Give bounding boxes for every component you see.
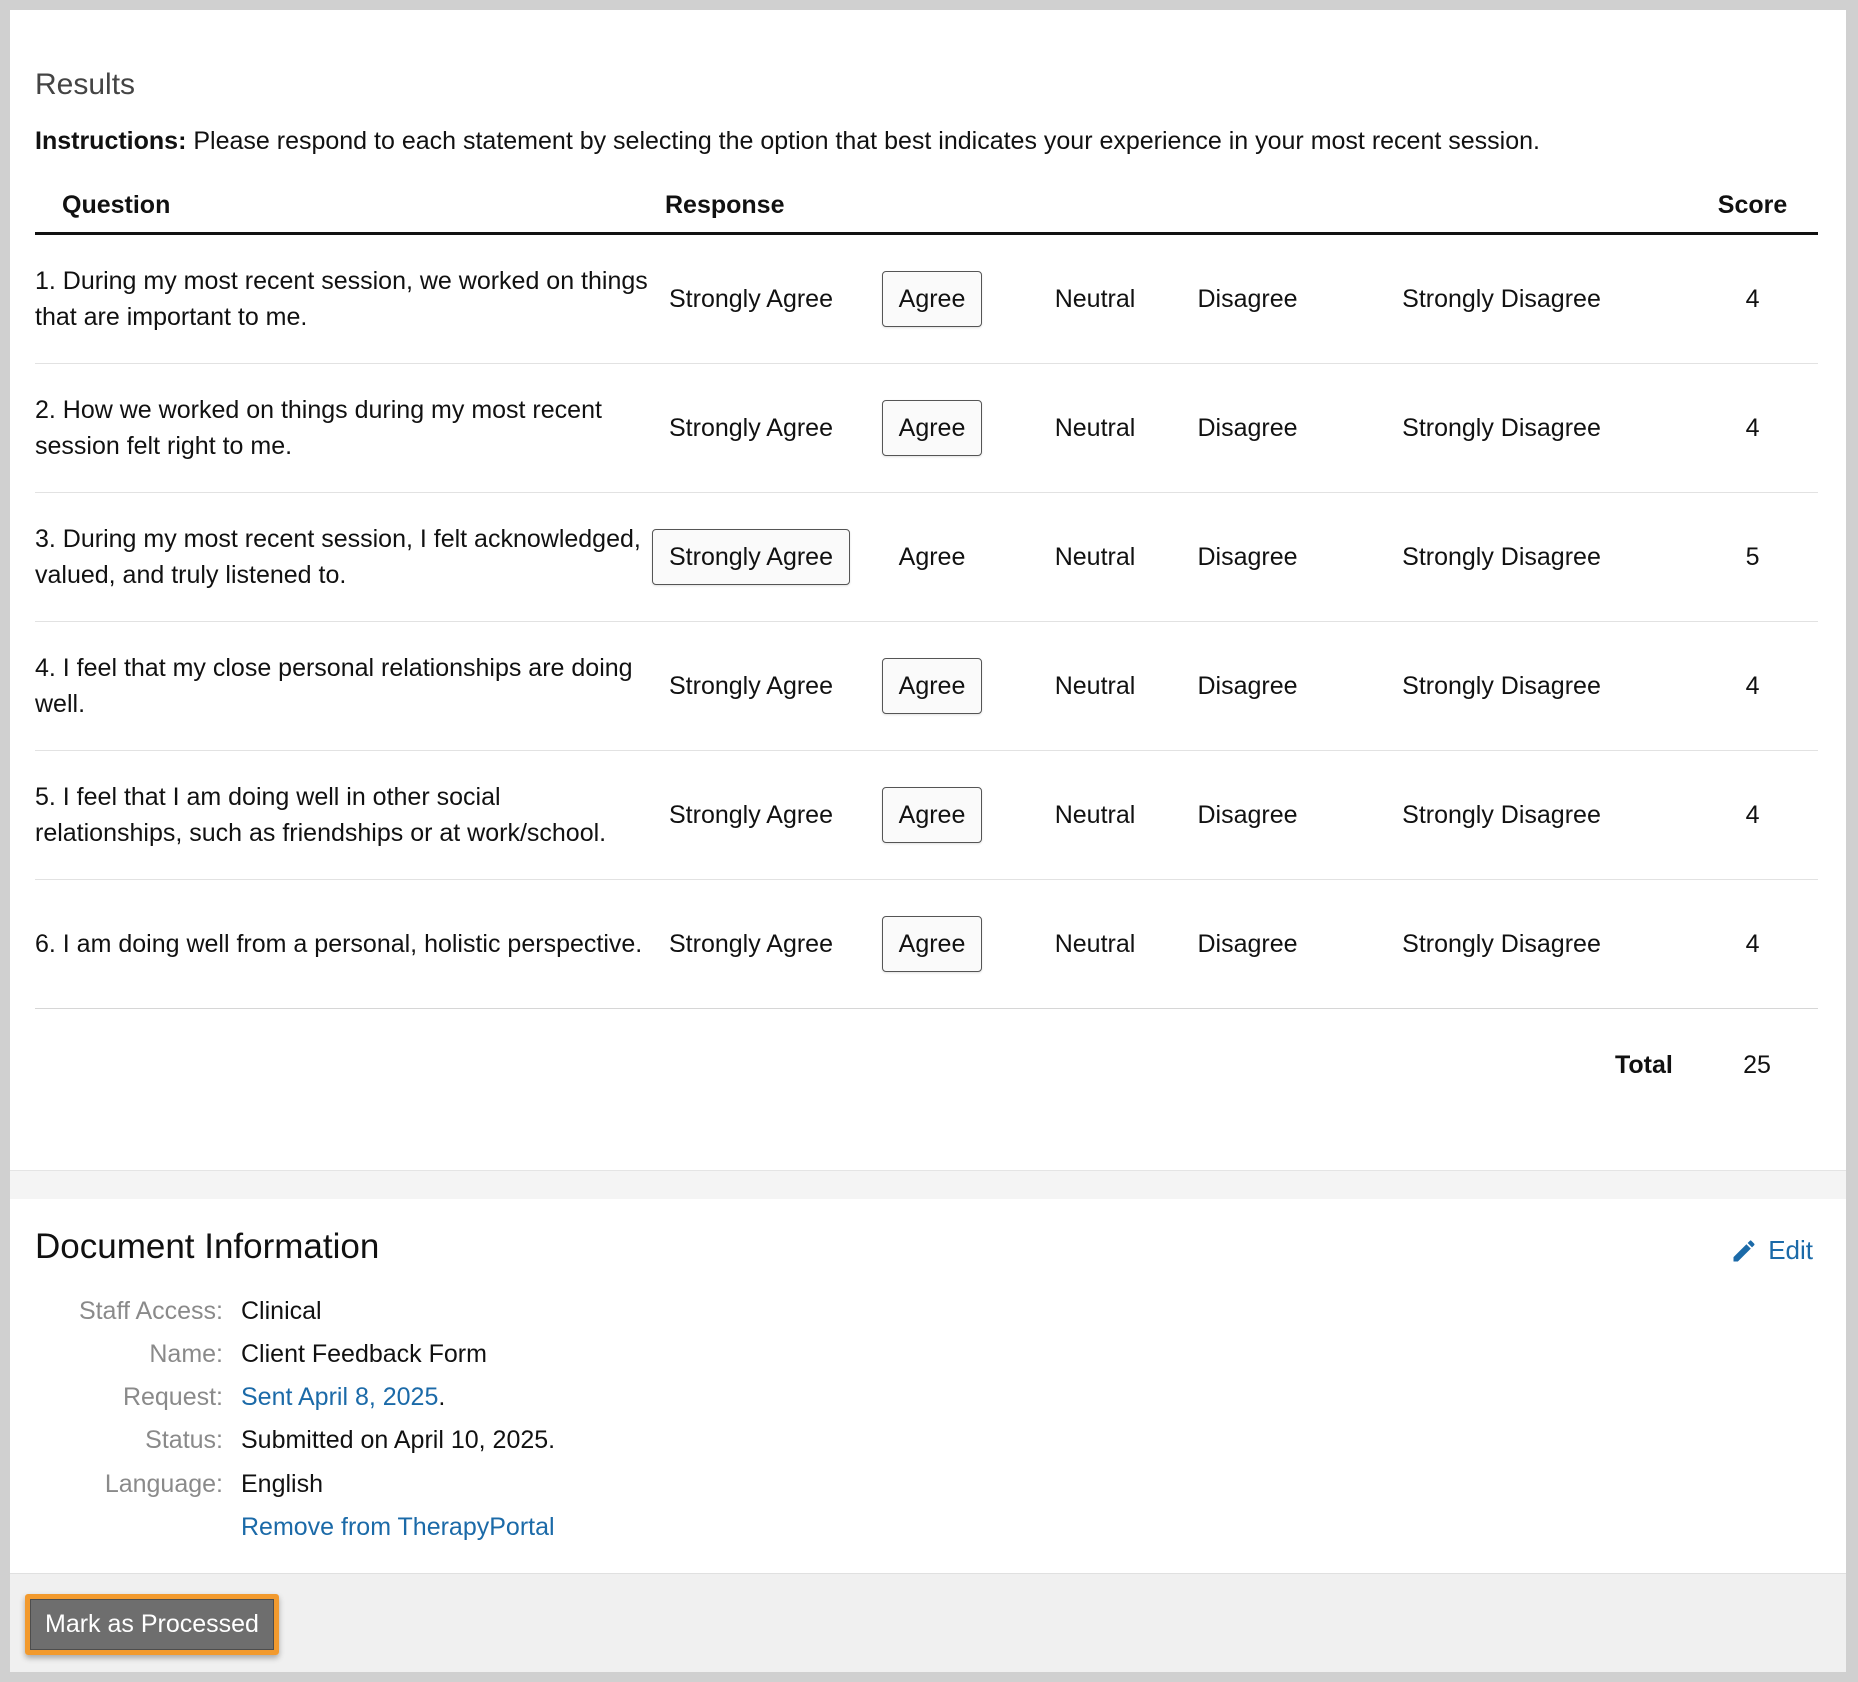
table-row: 5. I feel that I am doing well in other …	[35, 750, 1819, 880]
request-suffix: .	[438, 1383, 446, 1411]
section-divider	[10, 1170, 1846, 1200]
info-row-status: Status: Submitted on April 10, 2025.	[35, 1426, 555, 1462]
response-option-disagree: Disagree	[1197, 801, 1298, 829]
response-option-neutral: Neutral	[1054, 930, 1136, 958]
response-option-strongly-agree: Strongly Agree	[669, 930, 833, 958]
response-option-disagree: Disagree	[1197, 930, 1298, 958]
table-row: 1. During my most recent session, we wor…	[35, 233, 1819, 364]
remove-from-therapyportal-link[interactable]: Remove from TherapyPortal	[241, 1513, 555, 1549]
response-option-agree: Agree	[881, 271, 983, 327]
response-option-agree: Agree	[898, 543, 966, 571]
score-value: 4	[1687, 233, 1819, 364]
response-option-disagree: Disagree	[1197, 672, 1298, 700]
edit-label: Edit	[1768, 1235, 1813, 1265]
response-option-disagree: Disagree	[1197, 285, 1298, 313]
question-text: 5. I feel that I am doing well in other …	[35, 750, 649, 880]
header-question: Question	[35, 178, 649, 235]
request-value: Sent April 8, 2025.	[241, 1383, 445, 1419]
response-option-neutral: Neutral	[1054, 543, 1136, 571]
highlight-outline: Mark as Processed	[25, 1594, 279, 1655]
response-option-disagree: Disagree	[1197, 414, 1298, 442]
response-option-neutral: Neutral	[1054, 285, 1136, 313]
question-text: 1. During my most recent session, we wor…	[35, 233, 649, 364]
info-row-staff-access: Staff Access: Clinical	[35, 1297, 322, 1333]
total-value: 25	[1743, 1051, 1771, 1079]
info-row-language: Language: English	[35, 1470, 323, 1506]
response-option-strongly-disagree: Strongly Disagree	[1402, 672, 1601, 700]
staff-access-label: Staff Access:	[78, 1297, 223, 1325]
instructions-text: Please respond to each statement by sele…	[186, 127, 1540, 155]
instructions-label: Instructions:	[35, 127, 187, 155]
page-frame: Results Instructions: Please respond to …	[10, 10, 1846, 1672]
info-row-remove: Remove from TherapyPortal	[35, 1513, 555, 1549]
response-option-strongly-disagree: Strongly Disagree	[1402, 930, 1601, 958]
score-value: 4	[1687, 363, 1819, 493]
score-value: 4	[1687, 750, 1819, 880]
response-option-neutral: Neutral	[1054, 801, 1136, 829]
header-response: Response	[649, 178, 1688, 235]
response-option-strongly-disagree: Strongly Disagree	[1402, 414, 1601, 442]
response-option-neutral: Neutral	[1054, 414, 1136, 442]
response-option-strongly-agree: Strongly Agree	[669, 672, 833, 700]
mark-as-processed-button[interactable]: Mark as Processed	[30, 1599, 274, 1650]
response-option-strongly-agree: Strongly Agree	[669, 414, 833, 442]
score-value: 4	[1687, 621, 1819, 751]
table-row: 2. How we worked on things during my mos…	[35, 363, 1819, 493]
response-option-agree: Agree	[881, 400, 983, 456]
response-option-agree: Agree	[881, 787, 983, 843]
info-row-name: Name: Client Feedback Form	[35, 1340, 487, 1376]
question-text: 4. I feel that my close personal relatio…	[35, 621, 649, 751]
footer-bar: Mark as Processed	[10, 1573, 1846, 1672]
question-text: 6. I am doing well from a personal, holi…	[35, 879, 649, 1009]
results-title: Results	[35, 68, 136, 101]
response-option-strongly-agree: Strongly Agree	[669, 801, 833, 829]
response-option-strongly-disagree: Strongly Disagree	[1402, 285, 1601, 313]
staff-access-value: Clinical	[241, 1297, 322, 1325]
response-option-disagree: Disagree	[1197, 543, 1298, 571]
table-row: 6. I am doing well from a personal, holi…	[35, 879, 1819, 1009]
question-text: 2. How we worked on things during my mos…	[35, 363, 649, 493]
total-label: Total	[1615, 1051, 1673, 1079]
response-option-strongly-disagree: Strongly Disagree	[1402, 801, 1601, 829]
response-option-neutral: Neutral	[1054, 672, 1136, 700]
table-row: 4. I feel that my close personal relatio…	[35, 621, 1819, 751]
response-option-strongly-agree: Strongly Agree	[652, 529, 850, 585]
results-section: Results Instructions: Please respond to …	[10, 10, 1846, 1170]
response-option-agree: Agree	[881, 916, 983, 972]
response-option-strongly-disagree: Strongly Disagree	[1402, 543, 1601, 571]
table-header-row: Question Response Score	[35, 178, 1819, 235]
response-option-agree: Agree	[881, 658, 983, 714]
language-label: Language:	[104, 1470, 223, 1498]
pencil-icon	[1733, 1239, 1755, 1261]
question-text: 3. During my most recent session, I felt…	[35, 492, 649, 622]
header-score: Score	[1687, 178, 1819, 235]
table-row: 3. During my most recent session, I felt…	[35, 492, 1819, 622]
results-table: Question Response Score 1. During my mos…	[35, 178, 1819, 1009]
document-information-title: Document Information	[35, 1227, 380, 1266]
document-information-section: Document Information Edit Staff Access: …	[10, 1199, 1846, 1573]
request-sent-link[interactable]: Sent April 8, 2025	[241, 1383, 438, 1411]
name-label: Name:	[149, 1340, 223, 1368]
score-value: 5	[1687, 492, 1819, 622]
language-value: English	[241, 1470, 323, 1498]
status-label: Status:	[145, 1426, 223, 1454]
request-label: Request:	[122, 1383, 223, 1411]
info-row-request: Request: Sent April 8, 2025.	[35, 1383, 445, 1419]
table-body: 1. During my most recent session, we wor…	[35, 233, 1819, 1009]
edit-link[interactable]: Edit	[1730, 1235, 1813, 1266]
name-value: Client Feedback Form	[241, 1340, 487, 1368]
instructions: Instructions: Please respond to each sta…	[35, 127, 1540, 156]
score-value: 4	[1687, 879, 1819, 1009]
status-value: Submitted on April 10, 2025.	[241, 1426, 556, 1454]
response-option-strongly-agree: Strongly Agree	[669, 285, 833, 313]
